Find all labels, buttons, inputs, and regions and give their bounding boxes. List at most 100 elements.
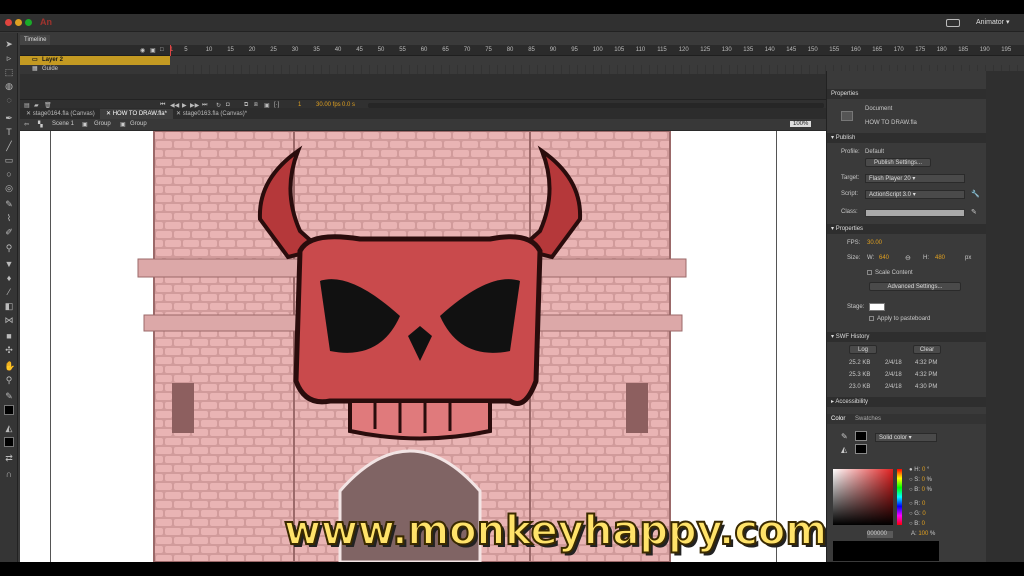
line-tool-icon[interactable]: ╱ <box>4 141 14 151</box>
stroke-color-swatch[interactable] <box>855 431 867 441</box>
height-label: H: <box>923 255 929 261</box>
link-icon[interactable]: ⊖ <box>905 254 911 262</box>
breadcrumb-scene[interactable]: Scene 1 <box>52 121 74 127</box>
pencil-tool-icon[interactable]: ✎ <box>4 199 14 209</box>
eyedropper-tool-icon[interactable]: ⁄ <box>4 287 14 297</box>
fill-type-select[interactable]: Solid color ▾ <box>875 433 937 442</box>
height-value[interactable]: 480 <box>935 255 945 261</box>
accessibility-header[interactable]: ▸ Accessibility <box>827 397 987 407</box>
artwork[interactable] <box>20 131 826 562</box>
layer-2-frames[interactable] <box>170 56 1024 65</box>
log-button[interactable]: Log <box>849 345 877 354</box>
oval-tool-icon[interactable]: ○ <box>4 169 14 179</box>
swf-row-time: 4:32 PM <box>915 372 938 378</box>
text-tool-icon[interactable]: T <box>4 127 14 137</box>
eraser-tool-icon[interactable]: ◧ <box>4 301 14 311</box>
zoom-window-button[interactable] <box>25 19 32 26</box>
workspace-icon[interactable] <box>946 19 960 27</box>
radio-g[interactable]: ○ G: 0 <box>909 511 926 517</box>
collapsed-panel-strip <box>986 71 1024 562</box>
properties-section-header[interactable]: ▾ Properties <box>827 224 987 234</box>
3d-rotation-tool-icon[interactable]: ◍ <box>4 81 14 91</box>
camera-tool-icon[interactable]: ■ <box>4 331 14 341</box>
tab-color[interactable]: Color <box>831 416 845 422</box>
pen-tool-icon[interactable]: ✒ <box>4 113 14 123</box>
width-tool-icon[interactable]: ⋈ <box>4 315 14 325</box>
frame-number: 115 <box>657 47 667 53</box>
wrench-icon[interactable]: 🔧 <box>971 190 980 198</box>
properties-panel-header[interactable]: Properties <box>827 89 987 99</box>
edit-class-icon[interactable]: ✎ <box>971 208 977 216</box>
layer-row-guide[interactable]: ▦ Guide <box>20 65 170 74</box>
radio-r[interactable]: ○ R: 0 <box>909 501 925 507</box>
subselection-tool-icon[interactable]: ▹ <box>4 53 14 63</box>
apply-pasteboard-label: Apply to pasteboard <box>877 316 931 322</box>
tab-document-3[interactable]: ✕ stage0163.fla (Canvas)* <box>170 109 253 119</box>
radio-b[interactable]: ○ B: 0 % <box>909 487 932 493</box>
watermark-url: www.monkeyhappy.com <box>283 507 828 555</box>
radio-s[interactable]: ○ S: 0 % <box>909 477 932 483</box>
close-window-button[interactable] <box>5 19 12 26</box>
hue-slider[interactable] <box>897 469 902 525</box>
publish-settings-button[interactable]: Publish Settings... <box>865 158 931 167</box>
tab-swatches[interactable]: Swatches <box>855 416 881 422</box>
frame-number: 185 <box>958 47 969 53</box>
outline-icon[interactable]: □ <box>160 47 164 53</box>
tab-document-1[interactable]: ✕ stage0164.fla (Canvas) <box>20 109 101 119</box>
animate-window: An Animator ▾ ➤ ▹ ⬚ ◍ ◌ ✒ T ╱ ▭ ○ ◎ ✎ ⌇ … <box>0 14 1024 562</box>
swap-colors-icon[interactable]: ⇄ <box>4 453 14 463</box>
apply-pasteboard-checkbox[interactable] <box>869 316 874 321</box>
breadcrumb-group-1[interactable]: Group <box>94 121 111 127</box>
ink-bottle-tool-icon[interactable]: ♦ <box>4 273 14 283</box>
brush-tool-icon[interactable]: ⌇ <box>4 213 14 223</box>
target-select[interactable]: Flash Player 20 ▾ <box>865 174 965 183</box>
paint-bucket-tool-icon[interactable]: ▼ <box>4 259 14 269</box>
hand-tool-icon[interactable]: ✋ <box>4 361 15 371</box>
lasso-tool-icon[interactable]: ◌ <box>4 95 14 105</box>
clear-button[interactable]: Clear <box>913 345 941 354</box>
stroke-swatch[interactable] <box>4 405 14 415</box>
polystar-tool-icon[interactable]: ◎ <box>4 183 14 193</box>
layer-row-layer-2[interactable]: ▭ Layer 2 <box>20 56 170 65</box>
snap-icon[interactable]: ∩ <box>4 469 14 479</box>
fill-color-swatch[interactable] <box>855 444 867 454</box>
zoom-tool-icon[interactable]: ⚲ <box>4 375 14 385</box>
rectangle-tool-icon[interactable]: ▭ <box>4 155 14 165</box>
frame-number: 50 <box>377 47 385 53</box>
selection-tool-icon[interactable]: ➤ <box>4 39 14 49</box>
back-arrow-icon[interactable]: ⇦ <box>24 121 29 128</box>
width-value[interactable]: 640 <box>879 255 889 261</box>
tab-timeline[interactable]: Timeline <box>20 35 51 45</box>
radio-b2[interactable]: ○ B: 0 <box>909 521 925 527</box>
stroke-pencil-icon[interactable]: ✎ <box>841 432 848 441</box>
color-spectrum-picker[interactable] <box>833 469 893 525</box>
stage-color-swatch[interactable] <box>869 303 885 311</box>
fps-value[interactable]: 30.00 <box>867 240 882 246</box>
tab-document-2[interactable]: ✕ HOW TO DRAW.fla* <box>100 109 173 119</box>
zoom-field[interactable]: 100% <box>790 121 812 127</box>
paint-brush-tool-icon[interactable]: ✐ <box>4 227 14 237</box>
advanced-settings-button[interactable]: Advanced Settings... <box>869 282 961 291</box>
breadcrumb-group-2[interactable]: Group <box>130 121 147 127</box>
lock-icon[interactable]: ▣ <box>150 47 156 54</box>
publish-section-header[interactable]: ▾ Publish <box>827 133 987 143</box>
radio-h[interactable]: ● H: 0 ° <box>909 467 929 473</box>
class-input[interactable] <box>865 209 965 217</box>
fill-bucket-icon[interactable]: ◭ <box>841 445 847 454</box>
minimize-window-button[interactable] <box>15 19 22 26</box>
fill-swatch[interactable] <box>4 437 14 447</box>
stroke-color-icon[interactable]: ✎ <box>4 391 14 401</box>
swf-history-header[interactable]: ▾ SWF History <box>827 332 987 342</box>
hex-input[interactable]: 000000 <box>867 531 893 538</box>
eye-icon[interactable]: ◉ <box>140 47 145 54</box>
asset-warp-tool-icon[interactable]: ✣ <box>4 345 14 355</box>
script-select[interactable]: ActionScript 3.0 ▾ <box>865 190 965 199</box>
free-transform-tool-icon[interactable]: ⬚ <box>4 67 14 77</box>
fill-color-icon[interactable]: ◭ <box>4 423 14 433</box>
bone-tool-icon[interactable]: ⚲ <box>4 243 14 253</box>
workspace-switcher[interactable]: Animator ▾ <box>976 18 1009 26</box>
scale-content-checkbox[interactable] <box>867 270 872 275</box>
stage-canvas[interactable] <box>20 131 826 562</box>
alpha-field[interactable]: A: 100 % <box>911 531 935 537</box>
color-panel-tabs: Color Swatches <box>827 414 987 424</box>
